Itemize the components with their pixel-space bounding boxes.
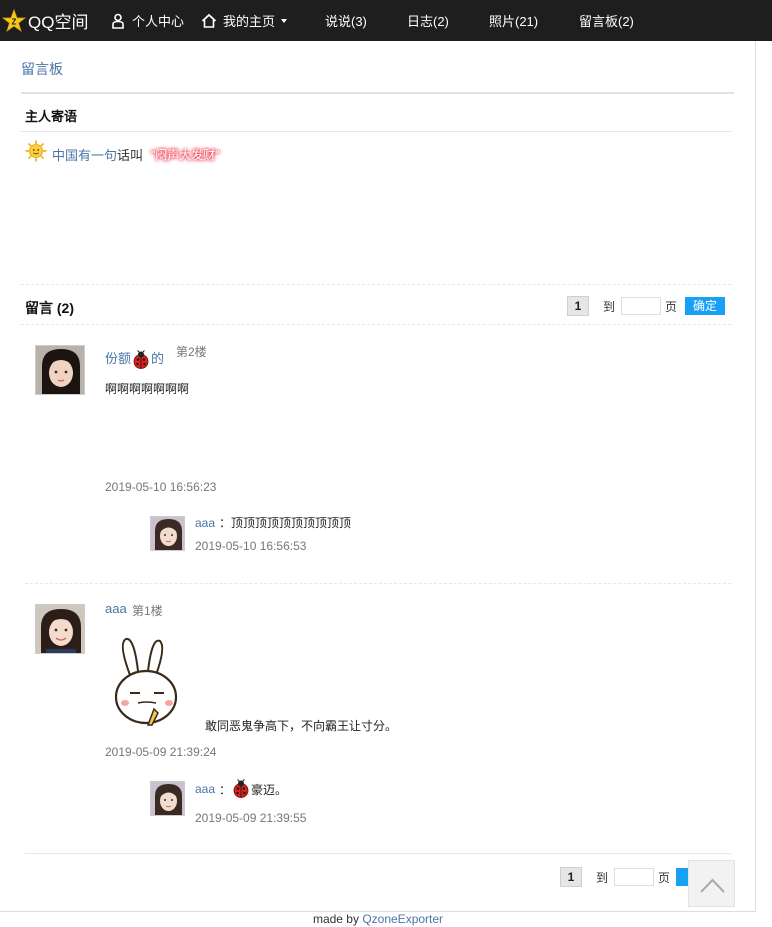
avatar-image <box>36 605 84 653</box>
user-name-link[interactable]: aaa <box>105 601 127 616</box>
nav-label: 个人中心 <box>132 14 185 29</box>
pager-to-label: 到 <box>596 870 609 885</box>
top-pager: 1 到 页 确定 <box>567 296 726 316</box>
user-name-link[interactable]: 份额 的 <box>105 348 164 370</box>
top-nav-bar: Z QQ空间 个人中心 我的主页 说说(3) 日志(2) 照片(21) 留言板(… <box>0 0 772 41</box>
reply-line: aaa ： 豪迈。 <box>195 779 287 799</box>
message-content: 啊啊啊啊啊啊啊 <box>105 382 190 396</box>
reply-user-link[interactable]: aaa <box>195 516 215 530</box>
chevron-up-icon <box>700 878 725 893</box>
floor-label: 第1楼 <box>132 604 163 618</box>
reply-separator: ： <box>219 782 232 797</box>
avatar[interactable] <box>35 604 85 654</box>
reply-separator: ： <box>219 516 232 530</box>
nav-photos[interactable]: 照片(21) <box>489 0 538 41</box>
ladybug-emoticon-icon <box>233 779 249 798</box>
qzone-logo[interactable]: Z QQ空间 <box>2 0 100 41</box>
floor-label: 第2楼 <box>176 345 207 359</box>
main-panel: 留言板 主人寄语 中国有一句 话叫 "闷声大发财" 留言 (2) 1 到 页 确… <box>0 41 756 912</box>
owner-text: 话叫 <box>117 148 144 163</box>
owner-message: 中国有一句 话叫 "闷声大发财" <box>25 140 222 164</box>
nav-shuoshuo[interactable]: 说说(3) <box>325 0 367 41</box>
page-jump-input[interactable] <box>621 297 662 315</box>
user-name-prefix: 份额 <box>105 351 132 366</box>
nav-label: 照片(21) <box>489 14 539 29</box>
scrollbar[interactable] <box>757 41 772 927</box>
message-content: 敢同恶鬼争高下，不向霸王让寸分。 <box>205 719 398 733</box>
nav-personal-center[interactable]: 个人中心 <box>110 0 184 41</box>
divider <box>25 583 731 584</box>
nav-diary[interactable]: 日志(2) <box>407 0 449 41</box>
divider <box>21 324 731 325</box>
user-name-suffix: 的 <box>151 351 165 366</box>
footer: made by QzoneExporter <box>0 912 756 926</box>
reply-avatar[interactable] <box>150 516 185 551</box>
svg-text:Z: Z <box>12 17 17 26</box>
footer-link[interactable]: QzoneExporter <box>362 912 443 926</box>
star-logo-icon: Z <box>2 8 26 32</box>
nav-label: 我的主页 <box>223 14 276 29</box>
reply-content: 豪迈。 <box>251 782 288 797</box>
home-icon <box>201 13 217 28</box>
avatar-image <box>36 346 84 394</box>
page-jump-input[interactable] <box>614 868 655 886</box>
nav-label: 日志(2) <box>407 14 449 29</box>
nav-label: 留言板(2) <box>579 14 634 29</box>
chevron-down-icon <box>281 18 288 23</box>
avatar-image <box>151 517 184 550</box>
pager-unit-label: 页 <box>658 870 671 885</box>
message-time: 2019-05-09 21:39:24 <box>105 745 217 759</box>
pager-to-label: 到 <box>603 299 616 314</box>
divider <box>25 853 731 854</box>
owner-message-title: 主人寄语 <box>25 109 78 124</box>
reply-time: 2019-05-10 16:56:53 <box>195 539 307 553</box>
divider <box>21 284 731 285</box>
bottom-pager: 1 到 页 <box>560 867 691 887</box>
breadcrumb[interactable]: 留言板 <box>21 59 63 79</box>
reply-user-link[interactable]: aaa <box>195 782 215 796</box>
sun-emoticon-icon <box>25 140 47 161</box>
user-icon <box>112 13 124 29</box>
divider <box>21 92 734 94</box>
rabbit-sticker-icon <box>114 637 178 726</box>
back-to-top-button[interactable] <box>688 860 735 907</box>
nav-label: 说说(3) <box>325 14 367 29</box>
logo-text: QQ空间 <box>28 13 89 32</box>
pager-unit-label: 页 <box>665 299 678 314</box>
current-page-button[interactable]: 1 <box>560 867 582 887</box>
message-time: 2019-05-10 16:56:23 <box>105 480 217 494</box>
owner-glow-text: "闷声大发财" <box>151 148 220 162</box>
current-page-button[interactable]: 1 <box>567 296 589 316</box>
owner-text-highlight: 中国有一句 <box>52 148 118 163</box>
reply-content: 顶顶顶顶顶顶顶顶顶顶 <box>231 516 352 530</box>
avatar-image <box>151 782 184 815</box>
ladybug-emoticon-icon <box>133 349 149 369</box>
nav-my-home[interactable]: 我的主页 <box>201 0 288 41</box>
reply-line: aaa ： 顶顶顶顶顶顶顶顶顶顶 <box>195 514 351 531</box>
divider <box>21 131 731 132</box>
nav-message-board[interactable]: 留言板(2) <box>579 0 634 41</box>
confirm-button[interactable]: 确定 <box>685 297 726 315</box>
reply-avatar[interactable] <box>150 781 185 816</box>
reply-time: 2019-05-09 21:39:55 <box>195 811 307 825</box>
footer-prefix: made by <box>312 912 359 926</box>
messages-title: 留言 (2) <box>25 300 74 316</box>
avatar[interactable] <box>35 345 85 395</box>
